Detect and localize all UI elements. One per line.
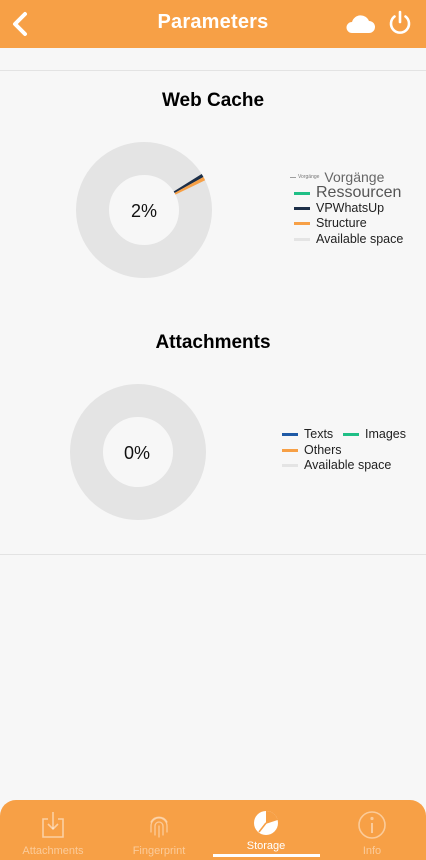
app-header: Parameters	[0, 0, 426, 48]
web-cache-percent: 2%	[130, 201, 157, 221]
attachments-title: Attachments	[155, 332, 271, 353]
attachments-percent: 0%	[123, 443, 150, 463]
legend-item-ressourcen: Ressourcen	[294, 184, 401, 202]
legend-swatch	[343, 432, 359, 436]
nav-item-attachments[interactable]: Attachments	[0, 800, 106, 860]
legend-label: Vorgänge	[324, 169, 385, 185]
legend-label: Ressourcen	[316, 184, 402, 201]
legend-item-images: Images	[343, 427, 406, 441]
legend-item-texts: Texts	[282, 427, 333, 441]
legend-item-available-space: Available space	[282, 458, 391, 472]
nav-label: Storage	[246, 840, 286, 852]
download-tray-icon	[42, 812, 64, 838]
pie-chart-icon	[254, 811, 278, 835]
bottom-nav: Attachments Fingerprint Storage Info	[0, 800, 426, 860]
legend-label: Texts	[304, 427, 334, 441]
nav-item-fingerprint[interactable]: Fingerprint	[106, 800, 212, 860]
cloud-icon[interactable]	[344, 11, 376, 35]
legend-swatch	[282, 432, 298, 436]
legend-swatch	[294, 191, 310, 195]
nav-label: Info	[362, 845, 382, 857]
legend-item-vpwhatsup: VPWhatsUp	[294, 201, 384, 215]
legend-swatch	[294, 237, 310, 241]
web-cache-title: Web Cache	[161, 90, 265, 111]
fingerprint-icon	[150, 816, 168, 838]
legend-label: Images	[365, 427, 406, 441]
legend-swatch	[282, 463, 298, 467]
nav-item-info[interactable]: Info	[319, 800, 425, 860]
legend-swatch	[282, 448, 298, 452]
legend-label: VPWhatsUp	[316, 201, 385, 215]
legend-item-available-space: Available space	[294, 232, 403, 246]
legend-label: Available space	[316, 232, 404, 246]
legend-item-vorgange: Vorgänge Vorgänge	[290, 169, 384, 185]
nav-label: Attachments	[22, 845, 84, 857]
legend-label: Others	[304, 443, 342, 457]
legend-label: Available space	[304, 458, 392, 472]
legend-item-structure: Structure	[294, 216, 367, 230]
active-tab-indicator	[213, 854, 320, 857]
legend-label: Structure	[316, 216, 367, 230]
legend-label-small: Vorgänge	[298, 174, 320, 180]
legend-swatch	[294, 206, 310, 210]
info-icon	[358, 811, 386, 839]
legend-swatch	[290, 176, 296, 178]
legend-item-others: Others	[282, 443, 342, 457]
legend-swatch	[294, 221, 310, 225]
storage-card: Web Cache 2% Vorgänge Vorgänge Ressource…	[0, 70, 426, 555]
nav-label: Fingerprint	[132, 845, 186, 857]
power-icon[interactable]	[387, 9, 413, 37]
nav-item-storage[interactable]: Storage	[213, 800, 319, 860]
